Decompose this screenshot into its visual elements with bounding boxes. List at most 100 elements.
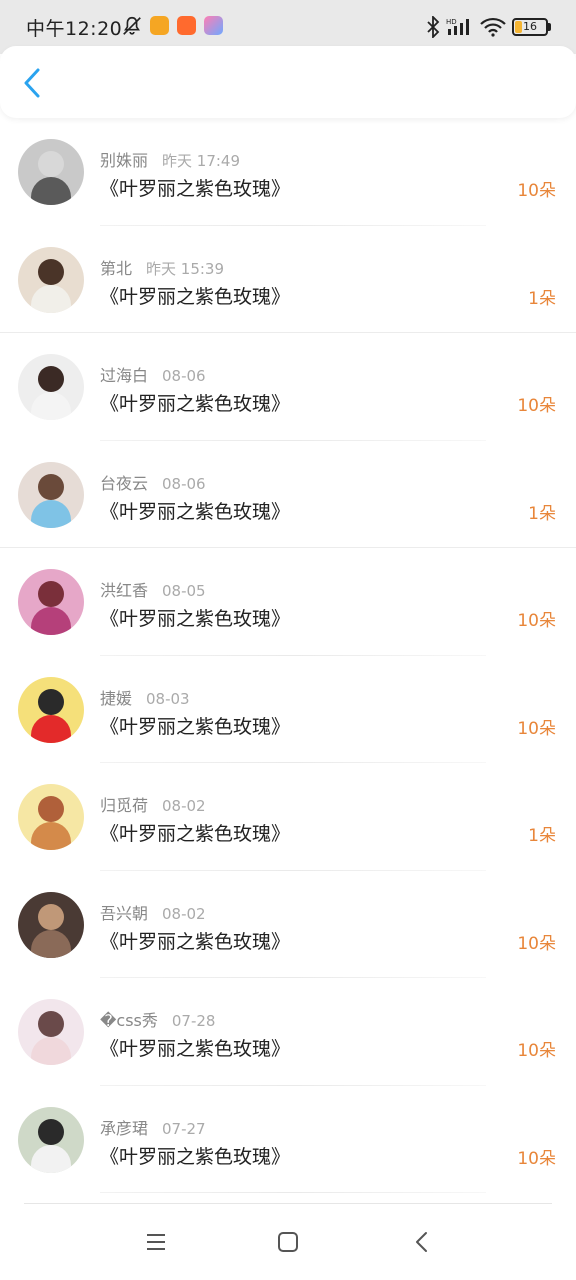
gift-time: 08-02 xyxy=(162,904,206,923)
sender-name: 归觅荷 xyxy=(100,796,149,815)
sender-line: 过海白 08-06 xyxy=(100,362,206,386)
menu-icon xyxy=(147,1234,165,1250)
avatar[interactable] xyxy=(18,139,84,205)
avatar-figure-body xyxy=(31,177,71,205)
gift-count: 10朵 xyxy=(517,181,556,201)
gift-record-row[interactable]: 过海白 08-06 《叶罗丽之紫色玫瑰》 10朵 xyxy=(0,333,576,441)
nav-divider xyxy=(24,1203,552,1204)
gift-count: 10朵 xyxy=(517,1041,556,1061)
back-chevron-icon xyxy=(416,1232,427,1252)
avatar-figure-head xyxy=(38,473,64,500)
avatar-figure-body xyxy=(31,499,71,528)
gift-item-name: 《叶罗丽之紫色玫瑰》 xyxy=(100,715,291,738)
gift-record-row[interactable]: 归觅荷 08-02 《叶罗丽之紫色玫瑰》 1朵 xyxy=(0,763,576,871)
gift-item-name: 《叶罗丽之紫色玫瑰》 xyxy=(100,393,291,415)
avatar-figure-head xyxy=(38,258,64,285)
gift-count: 1朵 xyxy=(528,288,556,309)
avatar-figure-head xyxy=(38,366,64,392)
avatar[interactable] xyxy=(18,999,84,1065)
gift-time: 07-28 xyxy=(171,1012,216,1030)
mute-bell-icon xyxy=(123,16,141,35)
avatar-figure-head xyxy=(38,1118,64,1145)
hd-signal-icon: HD xyxy=(446,18,469,35)
gift-record-row[interactable]: 承彦珺 07-27 《叶罗丽之紫色玫瑰》 10朵 xyxy=(0,1086,576,1193)
avatar-figure-body xyxy=(31,1037,71,1065)
avatar-figure-head xyxy=(38,1011,64,1037)
sender-line: 捷媛 08-03 xyxy=(100,685,190,709)
avatar-figure-body xyxy=(31,392,71,420)
bluetooth-icon xyxy=(427,16,440,38)
gift-time: 08-02 xyxy=(162,797,206,815)
avatar[interactable] xyxy=(18,461,84,528)
avatar[interactable] xyxy=(18,676,84,743)
sender-name: 吾兴朝 xyxy=(100,903,149,923)
gift-item-name: 《叶罗丽之紫色玫瑰》 xyxy=(100,500,291,523)
gift-record-row[interactable]: 第北 昨天 15:39 《叶罗丽之紫色玫瑰》 1朵 xyxy=(0,226,576,333)
gift-count: 1朵 xyxy=(528,503,556,524)
gift-count: 10朵 xyxy=(517,611,556,631)
gift-time: 08-03 xyxy=(146,689,190,708)
avatar-figure-head xyxy=(38,581,64,607)
avatar[interactable] xyxy=(18,891,84,958)
avatar[interactable] xyxy=(18,354,84,420)
avatar[interactable] xyxy=(18,1106,84,1173)
gift-count: 10朵 xyxy=(517,718,556,739)
avatar[interactable] xyxy=(18,569,84,635)
sender-line: �css秀 07-28 xyxy=(100,1007,215,1031)
gift-item-name: 《叶罗丽之紫色玫瑰》 xyxy=(100,823,291,845)
back-button[interactable] xyxy=(14,64,50,102)
gift-count: 10朵 xyxy=(517,396,556,416)
gift-record-row[interactable]: 洪红香 08-05 《叶罗丽之紫色玫瑰》 10朵 xyxy=(0,548,576,656)
avatar-figure-body xyxy=(31,607,71,635)
gift-count: 10朵 xyxy=(517,933,556,954)
sender-line: 台夜云 08-06 xyxy=(100,470,206,494)
battery-level: 16 xyxy=(523,20,537,33)
sender-name: 洪红香 xyxy=(100,581,149,600)
gift-item-name: 《叶罗丽之紫色玫瑰》 xyxy=(100,178,291,200)
gift-time: 昨天 15:39 xyxy=(146,259,225,278)
home-button[interactable] xyxy=(272,1226,304,1258)
avatar-figure-head xyxy=(38,151,64,177)
avatar-figure-head xyxy=(38,903,64,930)
avatar[interactable] xyxy=(18,246,84,313)
sender-line: 吾兴朝 08-02 xyxy=(100,900,206,924)
system-nav-bar xyxy=(0,1200,576,1280)
gift-record-row[interactable]: 捷媛 08-03 《叶罗丽之紫色玫瑰》 10朵 xyxy=(0,656,576,763)
chevron-left-icon xyxy=(24,68,40,98)
sender-name: 捷媛 xyxy=(100,688,133,708)
gift-record-row[interactable]: 台夜云 08-06 《叶罗丽之紫色玫瑰》 1朵 xyxy=(0,441,576,548)
sender-name: 承彦珺 xyxy=(100,1118,149,1138)
gift-time: 07-27 xyxy=(162,1119,206,1138)
sender-line: 洪红香 08-05 xyxy=(100,577,206,601)
avatar-figure-body xyxy=(31,1144,71,1173)
gift-record-row[interactable]: 别姝丽 昨天 17:49 《叶罗丽之紫色玫瑰》 10朵 xyxy=(0,118,576,226)
gift-time: 08-06 xyxy=(162,474,206,493)
gift-item-name: 《叶罗丽之紫色玫瑰》 xyxy=(100,285,291,308)
avatar-figure-head xyxy=(38,796,64,822)
status-time: 中午12:20 xyxy=(26,18,123,40)
gift-time: 08-06 xyxy=(162,367,206,385)
gift-time: 昨天 17:49 xyxy=(162,152,241,170)
gift-record-row[interactable]: �css秀 07-28 《叶罗丽之紫色玫瑰》 10朵 xyxy=(0,978,576,1086)
gift-record-list: 别姝丽 昨天 17:49 《叶罗丽之紫色玫瑰》 10朵 第北 昨天 15:39 《叶罗丽之紫… xyxy=(0,118,576,1193)
top-header xyxy=(0,46,576,118)
taobao-icon xyxy=(177,16,196,35)
sender-line: 归觅荷 08-02 xyxy=(100,792,206,816)
game-app-icon xyxy=(204,16,223,35)
avatar-figure-head xyxy=(38,688,64,715)
avatar-figure-body xyxy=(31,822,71,850)
sender-line: 承彦珺 07-27 xyxy=(100,1115,206,1139)
gift-item-name: 《叶罗丽之紫色玫瑰》 xyxy=(100,930,291,953)
avatar[interactable] xyxy=(18,784,84,850)
avatar-figure-body xyxy=(31,929,71,958)
system-back-button[interactable] xyxy=(406,1226,438,1258)
gift-record-row[interactable]: 吾兴朝 08-02 《叶罗丽之紫色玫瑰》 10朵 xyxy=(0,871,576,978)
sender-name: 别姝丽 xyxy=(100,151,149,170)
battery-icon: 16 xyxy=(512,18,551,36)
row-divider xyxy=(100,1192,486,1193)
home-square-icon xyxy=(278,1232,298,1252)
gift-time: 08-05 xyxy=(162,582,206,600)
sender-name: �css秀 xyxy=(100,1011,158,1030)
sender-line: 别姝丽 昨天 17:49 xyxy=(100,147,240,171)
menu-button[interactable] xyxy=(140,1226,172,1258)
